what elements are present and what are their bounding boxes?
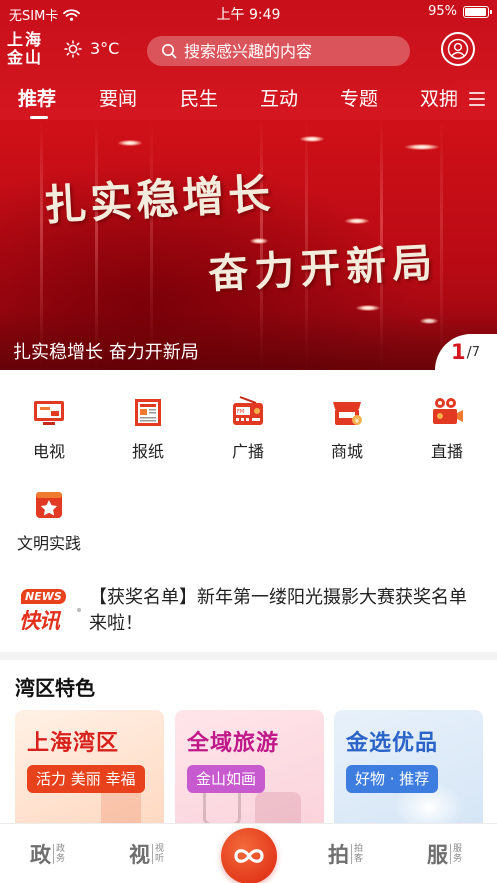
quick-link-label: 报纸 <box>131 442 164 461</box>
news-badge: NEWS 快讯 <box>19 589 66 633</box>
svg-text:FM: FM <box>237 409 244 415</box>
search-input[interactable] <box>184 41 404 61</box>
weather-widget[interactable]: 3°C <box>64 39 119 58</box>
news-flash[interactable]: NEWS 快讯 【获奖名单】新年第一缕阳光摄影大赛获奖名单来啦！ <box>0 578 497 648</box>
tabbar-sub-1: 视 <box>155 844 165 854</box>
card-title: 金选优品 <box>346 731 439 756</box>
news-dot <box>77 608 81 612</box>
tab-headlines[interactable]: 要闻 <box>99 84 137 111</box>
tabbar-label: 视 <box>129 843 150 867</box>
card-title: 全域旅游 <box>187 731 280 756</box>
tabbar-photo[interactable]: 拍 拍客 <box>328 839 363 869</box>
status-bar: 无SIM卡 上午 9:49 95% <box>0 0 497 26</box>
tabbar-sublabel: 政务 <box>53 844 65 864</box>
banner-caption: 扎实稳增长 奋力开新局 <box>13 342 199 363</box>
quick-link-live[interactable]: 直播 <box>407 392 487 462</box>
battery-icon <box>463 5 492 18</box>
tab-interaction[interactable]: 互动 <box>260 84 298 111</box>
card-tourism[interactable]: 全域旅游 金山如画 <box>175 710 324 823</box>
tabbar-home-button[interactable] <box>221 828 277 883</box>
tabbar-sublabel: 服务 <box>450 844 462 864</box>
card-tag: 好物 · 推荐 <box>346 765 439 793</box>
tabbar-sub-1: 拍 <box>354 844 364 854</box>
card-tag: 金山如画 <box>187 765 266 793</box>
sun-icon <box>64 39 82 58</box>
tabbar-sub-2: 听 <box>155 854 165 864</box>
infinity-logo-icon <box>234 849 264 863</box>
tabbar-label: 政 <box>30 843 51 867</box>
quick-link-label: 商城 <box>330 442 363 461</box>
card-tag: 活力 美丽 幸福 <box>27 765 145 793</box>
banner-headline-2: 奋力开新局 <box>207 239 440 298</box>
news-headline[interactable]: 【获奖名单】新年第一缕阳光摄影大赛获奖名单来啦！ <box>89 585 474 637</box>
quick-link-tv[interactable]: 电视 <box>9 392 89 462</box>
radio-icon: FM <box>233 396 263 425</box>
battery-group: 95% <box>428 4 492 19</box>
channel-tabs: 推荐 要闻 民生 互动 专题 双拥 <box>0 80 497 120</box>
quick-link-label: 文明实践 <box>16 534 81 553</box>
battery-percent: 95% <box>428 4 457 19</box>
clock: 上午 9:49 <box>216 7 281 23</box>
header-top-row: 上海 金山 3°C <box>0 30 497 72</box>
app-header: 无SIM卡 上午 9:49 95% 上海 金山 3°C 搜索感兴趣的内容 推荐 … <box>0 0 497 120</box>
tab-recommend[interactable]: 推荐 <box>18 84 56 111</box>
quick-link-label: 直播 <box>430 442 463 461</box>
user-avatar-button[interactable] <box>441 32 475 66</box>
shop-icon: ¥ <box>333 402 362 425</box>
news-badge-en: NEWS <box>21 589 66 604</box>
section-title: 湾区特色 <box>15 676 95 700</box>
svg-text:¥: ¥ <box>355 417 360 425</box>
bottom-tab-bar: 政 政务 视 视听 拍 拍客 服 服务 <box>0 823 497 883</box>
tabbar-sub-2: 务 <box>56 854 66 864</box>
quick-link-label: 广播 <box>231 442 264 461</box>
active-tab-indicator <box>30 116 48 119</box>
quick-link-label: 电视 <box>32 442 65 461</box>
live-camera-icon <box>433 398 463 424</box>
news-badge-zh: 快讯 <box>19 609 60 633</box>
card-title: 上海湾区 <box>27 731 120 756</box>
tabbar-video[interactable]: 视 视听 <box>129 839 164 869</box>
newspaper-icon <box>135 399 161 426</box>
tabbar-sub-2: 务 <box>453 854 463 864</box>
tabbar-sub-2: 客 <box>354 854 364 864</box>
tv-icon <box>34 401 64 425</box>
tabbar-sub-1: 政 <box>56 844 66 854</box>
hero-banner[interactable]: 扎实稳增长 奋力开新局 扎实稳增长 奋力开新局 1/7 <box>0 120 497 370</box>
quick-link-newspaper[interactable]: 报纸 <box>108 392 188 462</box>
quick-links-grid: 电视 报纸 FM 广播 ¥ 商城 直播 文明实践 <box>0 392 497 562</box>
quick-link-shop[interactable]: ¥ 商城 <box>307 392 387 462</box>
search-icon <box>162 44 177 59</box>
app-logo[interactable]: 上海 金山 <box>7 31 47 67</box>
tab-livelihood[interactable]: 民生 <box>180 84 218 111</box>
card-products[interactable]: 金选优品 好物 · 推荐 <box>334 710 483 823</box>
temperature-label: 3°C <box>90 39 120 58</box>
tabbar-label: 拍 <box>328 843 349 867</box>
menu-icon[interactable] <box>469 92 485 110</box>
banner-headline-1: 扎实稳增长 <box>43 169 276 230</box>
star-badge-icon <box>36 492 62 518</box>
tab-topics[interactable]: 专题 <box>340 84 378 111</box>
tabbar-sublabel: 拍客 <box>351 844 363 864</box>
tabbar-label: 服 <box>427 843 448 867</box>
pager-total: 7 <box>471 344 480 360</box>
search-bar[interactable] <box>147 36 410 66</box>
section-divider <box>0 652 497 660</box>
logo-line-1: 上海 <box>7 30 44 49</box>
quick-link-civilization[interactable]: 文明实践 <box>9 484 89 554</box>
tabbar-service[interactable]: 服 服务 <box>427 839 462 869</box>
user-avatar-icon <box>447 38 469 60</box>
pager-current: 1 <box>451 340 466 364</box>
tabbar-government[interactable]: 政 政务 <box>30 839 65 869</box>
tabbar-sublabel: 视听 <box>152 844 164 864</box>
card-shanghai-bay[interactable]: 上海湾区 活力 美丽 幸福 <box>15 710 164 823</box>
logo-line-2: 金山 <box>7 48 44 67</box>
quick-link-radio[interactable]: FM 广播 <box>208 392 288 462</box>
tabbar-sub-1: 服 <box>453 844 463 854</box>
